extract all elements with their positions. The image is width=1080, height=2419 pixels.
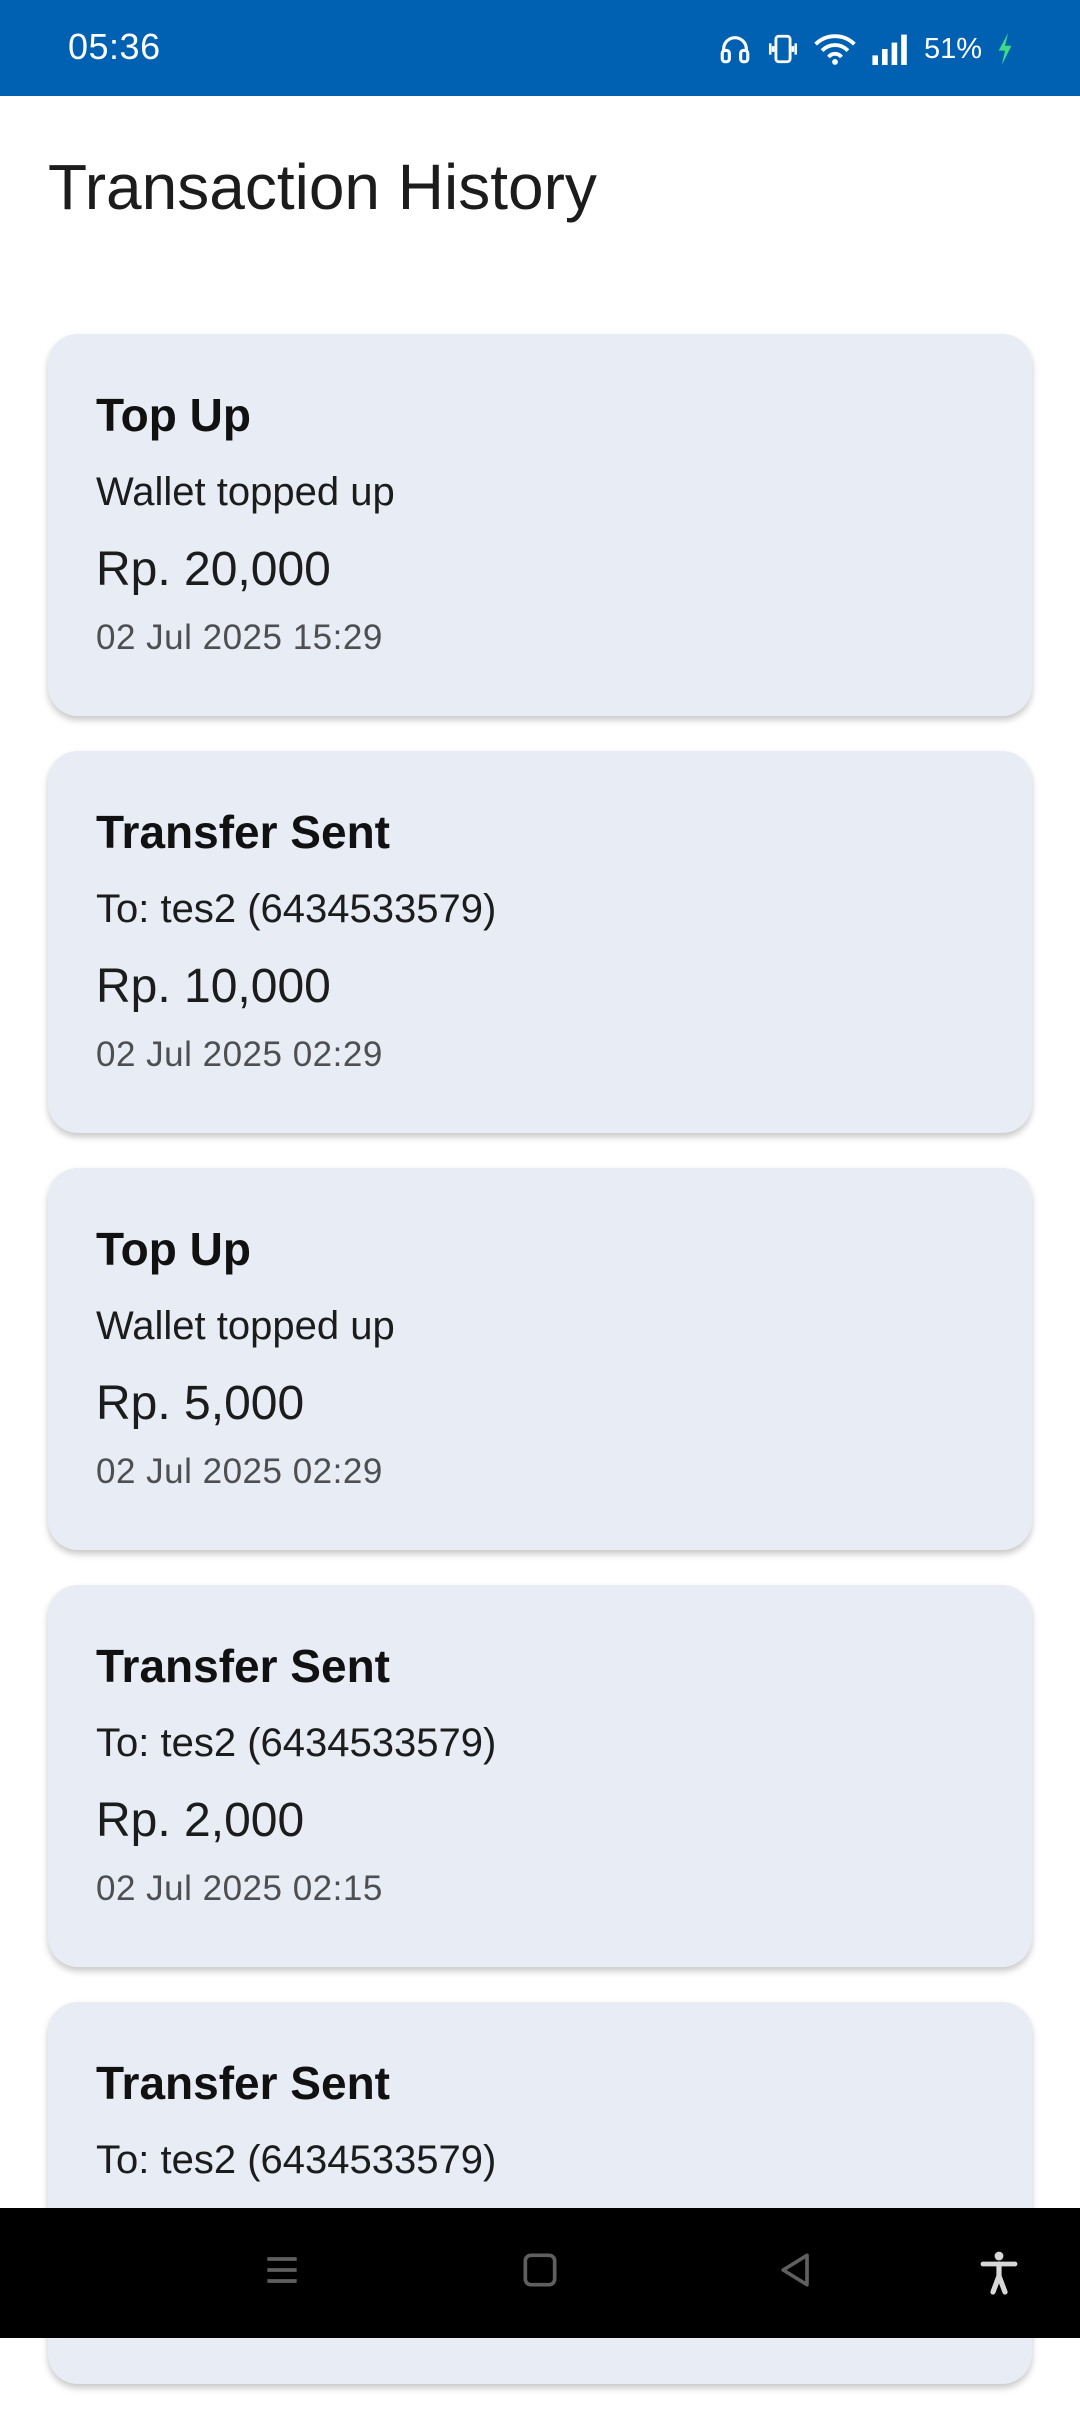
signal-icon <box>870 33 910 65</box>
transaction-description: To: tes2 (6434533579) <box>96 1721 497 1765</box>
back-icon[interactable] <box>774 2248 818 2297</box>
status-bar: 05:36 51% <box>0 0 1080 96</box>
transaction-description: Wallet topped up <box>96 470 395 514</box>
transaction-amount: Rp. 20,000 <box>96 543 331 596</box>
transaction-description: Wallet topped up <box>96 1304 395 1348</box>
status-time: 05:36 <box>68 26 161 67</box>
page-title: Transaction History <box>48 151 597 223</box>
transaction-type: Top Up <box>96 389 251 441</box>
battery-level: 51% <box>923 32 982 65</box>
transaction-type: Top Up <box>96 1223 251 1275</box>
transaction-card[interactable]: Transfer Sent To: tes2 (6434533579) Rp. … <box>48 1585 1032 1967</box>
vibrate-icon <box>766 32 800 66</box>
recents-icon[interactable] <box>260 2248 304 2297</box>
transaction-date: 02 Jul 2025 02:29 <box>96 1035 383 1074</box>
charging-icon <box>996 33 1014 65</box>
home-icon[interactable] <box>518 2248 562 2297</box>
headphones-icon <box>718 32 752 66</box>
wifi-icon <box>814 32 856 66</box>
system-nav-bar <box>0 2208 1080 2338</box>
accessibility-icon[interactable] <box>975 2248 1023 2301</box>
transaction-type: Transfer Sent <box>96 2057 390 2109</box>
transaction-type: Transfer Sent <box>96 806 390 858</box>
transaction-card[interactable]: Top Up Wallet topped up Rp. 20,000 02 Ju… <box>48 334 1032 716</box>
transaction-type: Transfer Sent <box>96 1640 390 1692</box>
transaction-date: 02 Jul 2025 02:29 <box>96 1452 383 1491</box>
transaction-amount: Rp. 2,000 <box>96 1794 305 1847</box>
transaction-description: To: tes2 (6434533579) <box>96 887 497 931</box>
transaction-date: 02 Jul 2025 15:29 <box>96 618 383 657</box>
transaction-date: 02 Jul 2025 02:15 <box>96 1869 383 1908</box>
transaction-card[interactable]: Top Up Wallet topped up Rp. 5,000 02 Jul… <box>48 1168 1032 1550</box>
transaction-amount: Rp. 5,000 <box>96 1377 305 1430</box>
transaction-amount: Rp. 10,000 <box>96 960 331 1013</box>
transaction-description: To: tes2 (6434533579) <box>96 2138 497 2182</box>
transaction-card[interactable]: Transfer Sent To: tes2 (6434533579) Rp. … <box>48 751 1032 1133</box>
status-icons: 51% <box>718 26 1014 72</box>
transaction-list: Top Up Wallet topped up Rp. 20,000 02 Ju… <box>48 334 1032 2419</box>
